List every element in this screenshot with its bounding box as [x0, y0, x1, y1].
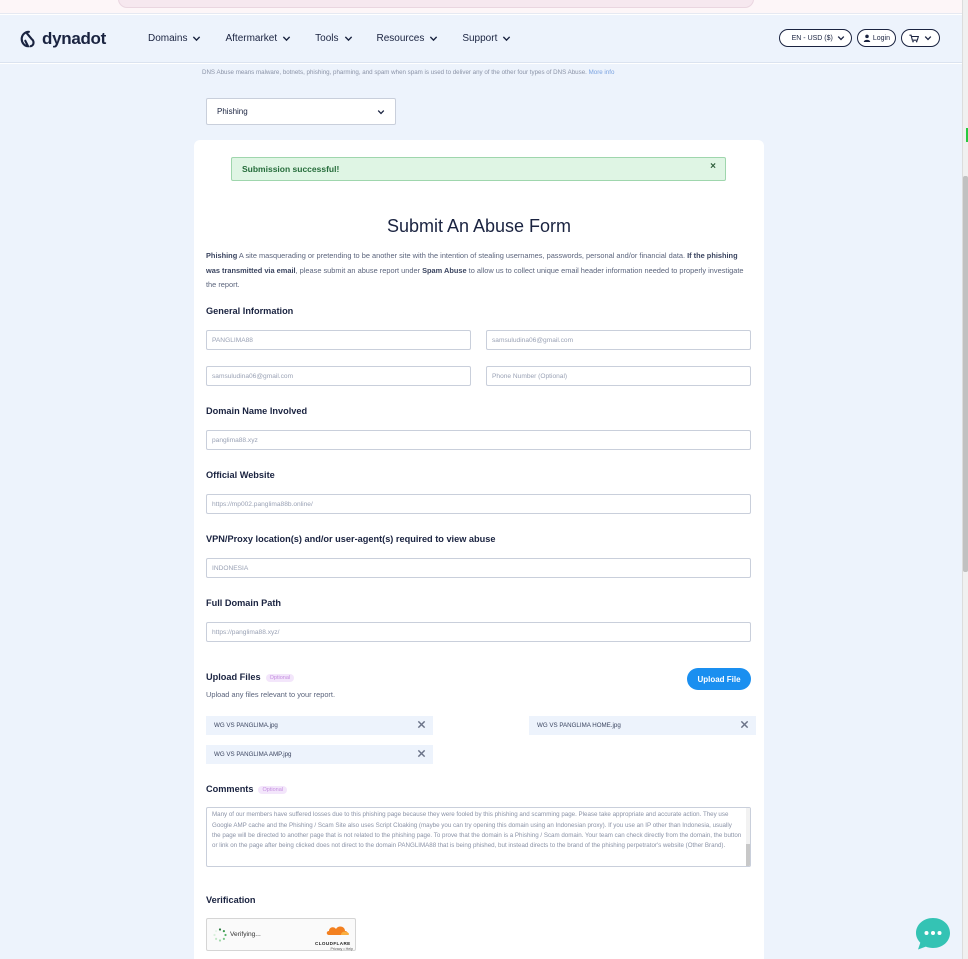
- brand-name: dynadot: [42, 29, 107, 48]
- file-name: WG VS PANGLIMA AMP.jpg: [214, 751, 292, 758]
- nav-label: Resources: [376, 33, 425, 44]
- upload-subtitle: Upload any files relevant to your report…: [206, 690, 335, 699]
- nav-label: Domains: [148, 33, 188, 44]
- nav-resources[interactable]: Resources: [377, 33, 439, 44]
- nav-label: Aftermarket: [225, 33, 278, 44]
- page-title: Submit An Abuse Form: [386, 216, 572, 236]
- cart-button[interactable]: [901, 29, 940, 47]
- optional-badge: Optional: [265, 673, 295, 682]
- desc-part: A site masquerading or pretending to be …: [237, 251, 688, 260]
- cloudflare-badge: CLOUDFLARE Privacy • Help: [315, 923, 353, 951]
- phone-input[interactable]: Phone Number (Optional): [486, 366, 751, 386]
- nav-aftermarket[interactable]: Aftermarket: [225, 33, 291, 44]
- verification-heading: Verification: [206, 895, 256, 905]
- confirm-email-input[interactable]: samsuludina06@gmail.com: [206, 366, 471, 386]
- more-info-link[interactable]: More info: [589, 69, 615, 76]
- nav-label: Support: [462, 33, 498, 44]
- locale-currency-button[interactable]: EN - USD ($): [778, 29, 852, 47]
- cloudflare-cloud-icon: [326, 926, 350, 935]
- file-name: WG VS PANGLIMA HOME.jpg: [537, 722, 621, 729]
- official-website-input[interactable]: https://mp002.panglima88b.online/: [206, 494, 751, 514]
- spinner-icon: [213, 928, 227, 942]
- general-info-heading: General Information: [206, 306, 294, 316]
- cloudflare-turnstile[interactable]: Verifying... CLOUDFLARE Privacy • Help: [206, 918, 356, 951]
- comments-textarea[interactable]: brand. This is definitely very dangerous…: [206, 807, 751, 867]
- nav-tools[interactable]: Tools: [315, 33, 352, 44]
- dns-note-text: DNS Abuse means malware, botnets, phishi…: [202, 69, 587, 76]
- user-icon: [863, 34, 871, 42]
- verifying-text: Verifying...: [230, 931, 261, 938]
- help-link[interactable]: Help: [346, 947, 353, 951]
- comments-heading-text: Comments: [206, 784, 254, 794]
- comments-heading: Comments Optional: [206, 784, 287, 794]
- domain-input[interactable]: panglima88.xyz: [206, 430, 751, 450]
- remove-file-icon[interactable]: [417, 749, 426, 758]
- upload-heading-text: Upload Files: [206, 672, 261, 682]
- upload-heading: Upload Files Optional: [206, 672, 295, 682]
- chevron-down-icon: [924, 36, 932, 41]
- abuse-type-value: Phishing: [217, 107, 248, 116]
- email-input[interactable]: samsuludina06@gmail.com: [486, 330, 751, 350]
- close-icon[interactable]: ×: [710, 161, 716, 172]
- chevron-down-icon: [837, 36, 845, 41]
- textarea-scroll-thumb[interactable]: [746, 844, 750, 866]
- uploaded-file-chip: WG VS PANGLIMA.jpg: [206, 716, 433, 735]
- logo[interactable]: dynadot: [19, 29, 106, 49]
- nav-support[interactable]: Support: [462, 33, 511, 44]
- vpn-input[interactable]: INDONESIA: [206, 558, 751, 578]
- chevron-down-icon: [344, 36, 352, 42]
- file-name: WG VS PANGLIMA.jpg: [214, 722, 278, 729]
- chevron-down-icon: [430, 36, 438, 42]
- page-scrollbar[interactable]: [962, 0, 968, 959]
- login-label: Login: [872, 34, 890, 42]
- abuse-form-card: Submission successful! × Submit An Abuse…: [194, 140, 764, 959]
- dns-abuse-note: DNS Abuse means malware, botnets, phishi…: [202, 69, 614, 76]
- chat-bubble-icon[interactable]: [915, 917, 951, 950]
- upload-file-button[interactable]: Upload File: [687, 668, 751, 690]
- full-path-input[interactable]: https://panglima88.xyz/: [206, 622, 751, 642]
- header-actions: EN - USD ($) Login: [778, 29, 940, 47]
- abuse-description: Phishing A site masquerading or pretendi…: [206, 249, 751, 293]
- dynadot-logo-icon: [20, 30, 35, 48]
- uploaded-file-chip: WG VS PANGLIMA HOME.jpg: [529, 716, 756, 735]
- domain-involved-heading: Domain Name Involved: [206, 406, 308, 416]
- full-path-heading: Full Domain Path: [206, 598, 282, 608]
- official-website-heading: Official Website: [206, 470, 275, 480]
- optional-badge: Optional: [258, 785, 287, 794]
- main-nav: Domains Aftermarket Tools Resources Supp…: [148, 33, 535, 44]
- nav-label: Tools: [315, 33, 339, 44]
- locale-label: EN - USD ($): [791, 34, 833, 42]
- cloudflare-links: Privacy • Help: [315, 947, 353, 951]
- cloudflare-wordmark: CLOUDFLARE: [315, 941, 351, 946]
- remove-file-icon[interactable]: [740, 720, 749, 729]
- uploaded-file-chip: WG VS PANGLIMA AMP.jpg: [206, 745, 433, 764]
- remove-file-icon[interactable]: [417, 720, 426, 729]
- chevron-down-icon: [283, 36, 291, 42]
- abuse-type-select[interactable]: Phishing: [206, 98, 396, 125]
- comments-text: brand. This is definitely very dangerous…: [212, 811, 742, 850]
- textarea-scrollbar[interactable]: [746, 808, 750, 866]
- desc-bold: Spam Abuse: [422, 265, 467, 275]
- chevron-down-icon: [193, 36, 201, 42]
- nav-domains[interactable]: Domains: [148, 33, 201, 44]
- success-alert: Submission successful! ×: [231, 157, 726, 181]
- alert-message: Submission successful!: [242, 164, 340, 174]
- chevron-down-icon: [377, 109, 385, 114]
- vpn-heading: VPN/Proxy location(s) and/or user-agent(…: [206, 534, 496, 544]
- browser-top-strip: [0, 0, 968, 14]
- site-header: dynadot Domains Aftermarket Tools Resour…: [0, 15, 962, 63]
- chevron-down-icon: [503, 36, 511, 42]
- scroll-thumb[interactable]: [963, 176, 968, 572]
- promo-pill: [118, 0, 754, 8]
- name-input[interactable]: PANGLIMA88: [206, 330, 471, 350]
- desc-term: Phishing: [206, 251, 238, 260]
- cart-icon: [909, 34, 919, 42]
- login-button[interactable]: Login: [856, 29, 896, 47]
- desc-part: , please submit an abuse report under: [295, 265, 423, 275]
- privacy-link[interactable]: Privacy: [331, 947, 343, 951]
